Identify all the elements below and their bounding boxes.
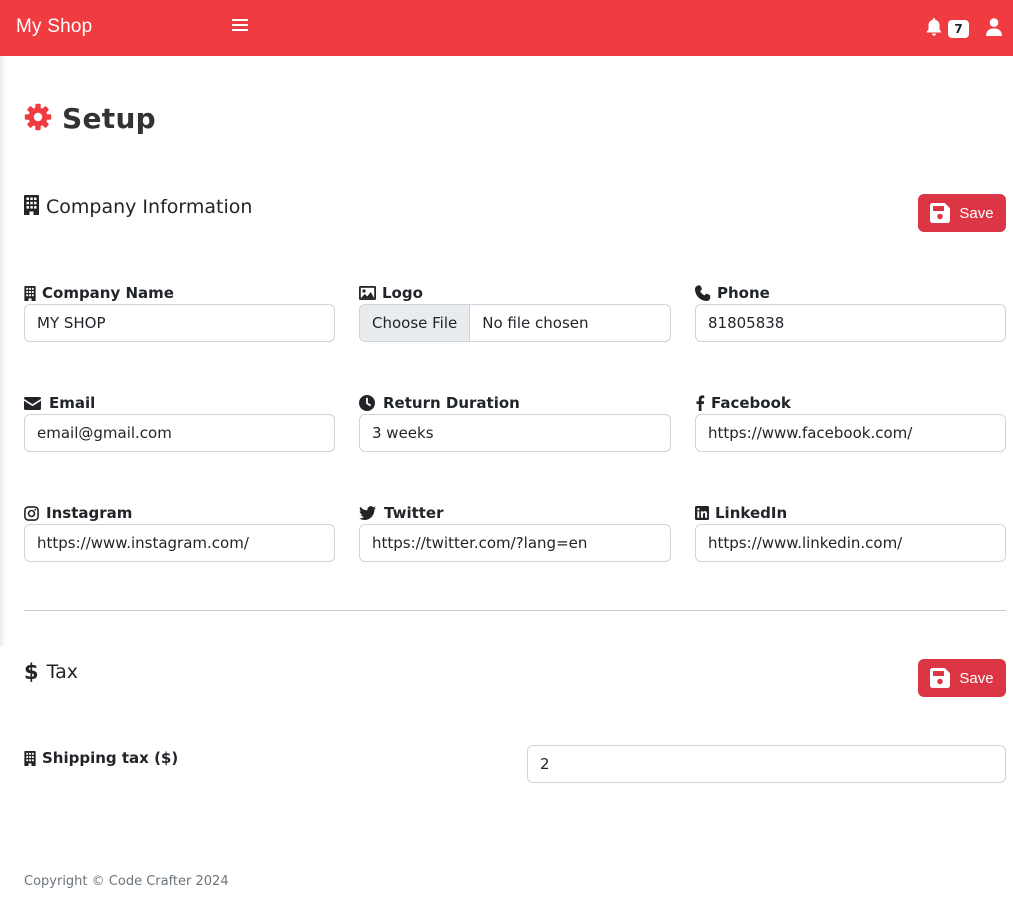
linkedin-label: LinkedIn [695, 504, 787, 522]
tax-section-title: $ Tax [24, 660, 78, 684]
dollar-icon: $ [24, 660, 39, 684]
phone-input[interactable]: 81805838 [695, 304, 1006, 342]
tax-section-heading: Tax [46, 661, 78, 683]
shipping-tax-input[interactable]: 2 [527, 745, 1006, 783]
company-save-label: Save [959, 204, 994, 222]
company-name-input[interactable]: MY SHOP [24, 304, 335, 342]
phone-icon [695, 285, 711, 301]
floppy-disk-icon [930, 203, 951, 223]
company-name-label: Company Name [24, 284, 174, 302]
email-label: Email [24, 394, 95, 412]
instagram-icon [24, 505, 39, 521]
floppy-disk-icon [930, 668, 951, 688]
building-icon [24, 285, 36, 301]
page-heading: Setup [62, 102, 157, 135]
phone-label: Phone [695, 284, 770, 302]
image-icon [359, 286, 376, 300]
top-navbar: My Shop 7 [0, 0, 1013, 56]
company-section-heading: Company Information [46, 196, 253, 218]
brand-title[interactable]: My Shop [16, 16, 92, 38]
sidebar-shadow [0, 56, 6, 646]
tax-save-label: Save [959, 669, 994, 687]
building-icon [24, 195, 39, 219]
bell-icon[interactable] [926, 18, 942, 40]
return-duration-input[interactable]: 3 weeks [359, 414, 671, 452]
user-icon[interactable] [986, 18, 1002, 40]
facebook-input[interactable]: https://www.facebook.com/ [695, 414, 1006, 452]
facebook-icon [696, 395, 705, 411]
instagram-input[interactable]: https://www.instagram.com/ [24, 524, 335, 562]
return-duration-label: Return Duration [359, 394, 520, 412]
logo-file-input[interactable]: Choose File No file chosen [359, 304, 671, 342]
linkedin-input[interactable]: https://www.linkedin.com/ [695, 524, 1006, 562]
instagram-label: Instagram [24, 504, 132, 522]
company-section-title: Company Information [24, 195, 252, 219]
logo-label: Logo [359, 284, 423, 302]
tax-save-button[interactable]: Save [918, 659, 1006, 697]
company-save-button[interactable]: Save [918, 194, 1006, 232]
linkedin-icon [695, 506, 709, 520]
email-input[interactable]: email@gmail.com [24, 414, 335, 452]
building-icon [24, 750, 36, 766]
notification-count-badge: 7 [948, 20, 969, 38]
file-status-text: No file chosen [482, 314, 589, 332]
shipping-tax-label: Shipping tax ($) [24, 749, 178, 767]
twitter-icon [359, 506, 376, 520]
section-divider [24, 610, 1006, 611]
gear-icon [24, 103, 52, 135]
envelope-icon [24, 396, 41, 410]
facebook-label: Facebook [695, 394, 791, 412]
clock-icon [359, 395, 375, 411]
footer-copyright: Copyright © Code Crafter 2024 [24, 874, 229, 889]
twitter-input[interactable]: https://twitter.com/?lang=en [359, 524, 671, 562]
page-title: Setup [24, 102, 156, 135]
choose-file-button[interactable]: Choose File [360, 305, 471, 341]
twitter-label: Twitter [359, 504, 444, 522]
menu-toggle-icon[interactable] [232, 19, 248, 35]
